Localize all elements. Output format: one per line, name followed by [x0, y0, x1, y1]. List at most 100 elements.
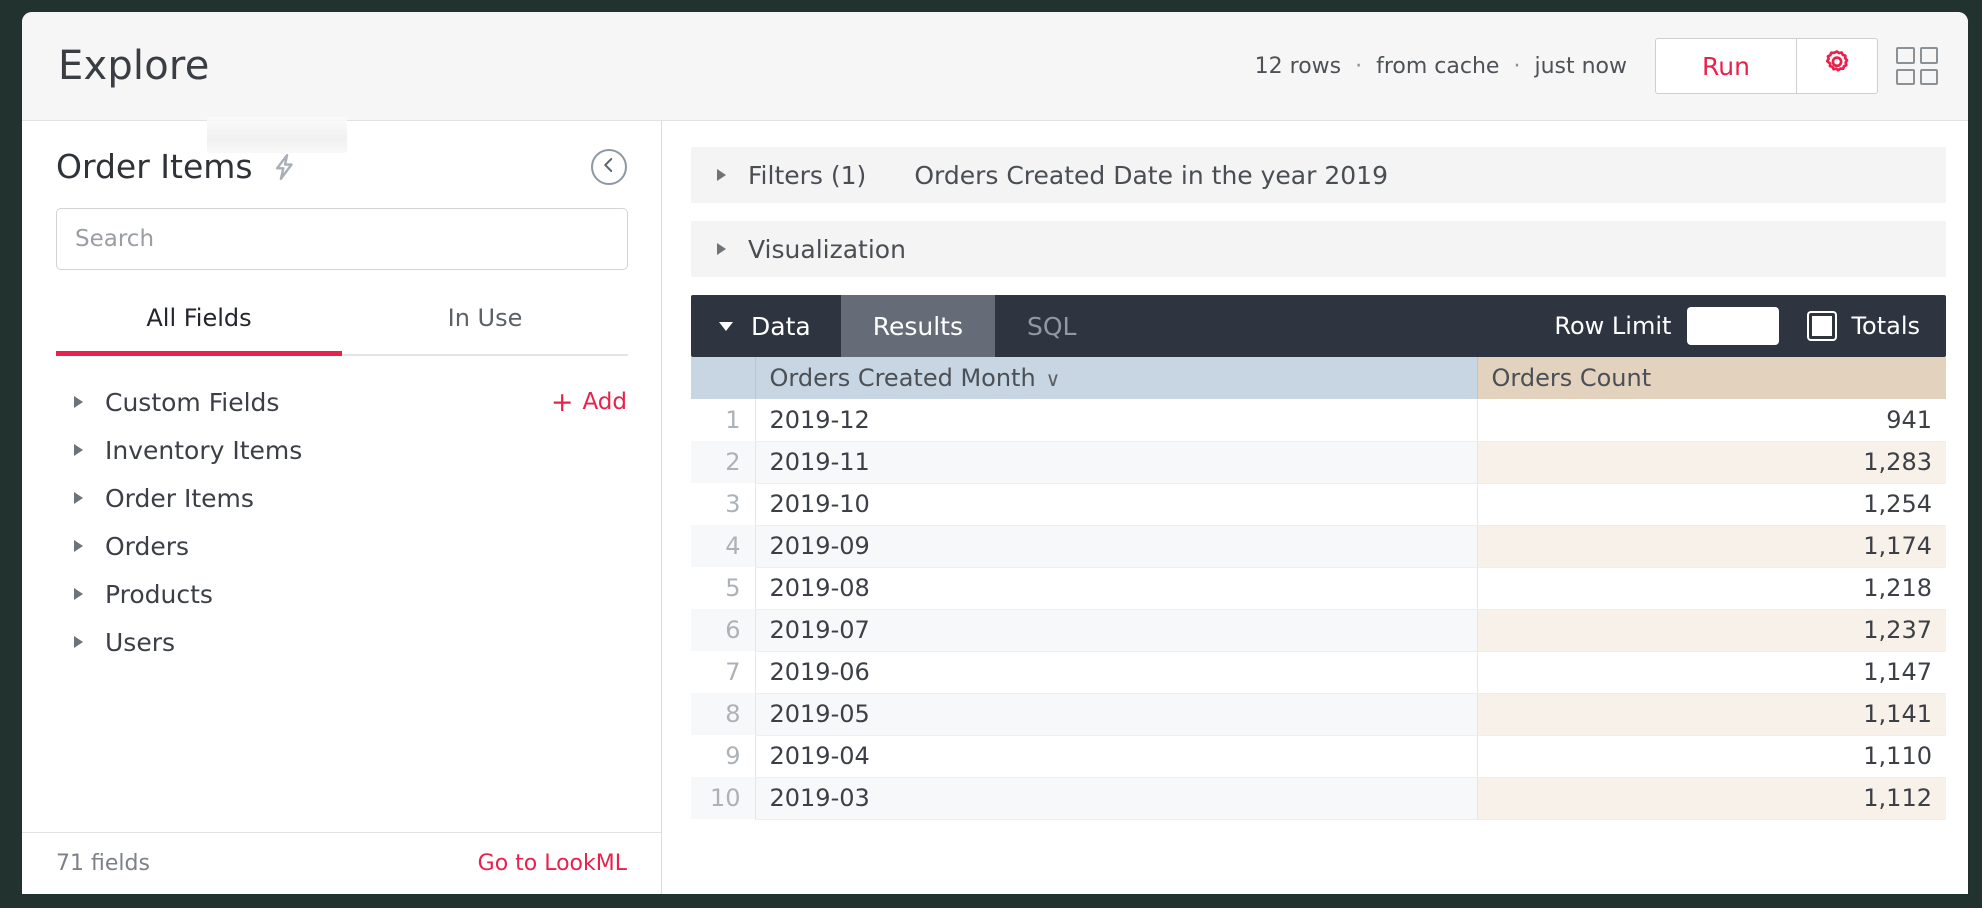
row-number: 1: [691, 399, 755, 441]
gear-icon: [1820, 47, 1854, 85]
filters-accordion[interactable]: Filters (1) Orders Created Date in the y…: [691, 147, 1946, 203]
cell-count[interactable]: 941: [1476, 399, 1946, 442]
sidebar-collapse-button[interactable]: [591, 148, 627, 185]
data-section-toggle[interactable]: Data: [691, 295, 841, 357]
caret-right-icon: [717, 243, 726, 255]
data-section-bar: Data Results SQL Row Limit Totals: [691, 295, 1946, 357]
cell-month[interactable]: 2019-10: [754, 483, 1477, 526]
cell-count[interactable]: 1,110: [1476, 735, 1946, 778]
table-row[interactable]: 9 2019-04 1,110: [691, 735, 1946, 778]
caret-right-icon: [74, 492, 83, 504]
field-picker-sidebar: Order Items All Fields In Use: [22, 117, 662, 894]
grid-cell: [1896, 68, 1915, 85]
cell-month[interactable]: 2019-11: [754, 441, 1477, 484]
explore-main-panel: Filters (1) Orders Created Date in the y…: [663, 121, 1968, 894]
tree-item-label: Products: [105, 579, 213, 609]
cell-count[interactable]: 1,237: [1476, 609, 1946, 652]
visualization-label: Visualization: [748, 234, 906, 264]
cell-count[interactable]: 1,141: [1476, 693, 1946, 736]
caret-right-icon: [74, 588, 83, 600]
row-limit-input[interactable]: [1687, 307, 1780, 345]
tab-all-fields[interactable]: All Fields: [56, 304, 342, 356]
tree-item-label: Orders: [105, 531, 190, 561]
column-header-label: Orders Count: [1491, 364, 1652, 392]
caret-right-icon: [74, 444, 83, 456]
status-separator-2: ·: [1513, 53, 1521, 79]
search-input[interactable]: [56, 208, 628, 270]
grid-cell: [1919, 68, 1938, 85]
grid-2x2-icon[interactable]: [1896, 47, 1938, 85]
cell-month[interactable]: 2019-06: [754, 651, 1477, 694]
cell-month[interactable]: 2019-03: [754, 777, 1477, 820]
settings-button[interactable]: [1796, 38, 1878, 94]
totals-checkbox[interactable]: [1809, 313, 1836, 339]
totals-label: Totals: [1851, 312, 1920, 340]
query-status: 12 rows · from cache · just now: [1255, 54, 1627, 79]
run-button-label: Run: [1702, 51, 1750, 81]
caret-right-icon: [74, 540, 83, 552]
table-row[interactable]: 2 2019-11 1,283: [691, 441, 1946, 484]
table-row[interactable]: 6 2019-07 1,237: [691, 609, 1946, 652]
cell-count[interactable]: 1,174: [1476, 525, 1946, 568]
row-limit-label: Row Limit: [1554, 312, 1672, 340]
results-table: Orders Created Month ∨ Orders Count 1 201…: [691, 357, 1946, 820]
tab-results[interactable]: Results: [840, 295, 995, 357]
go-to-lookml-link[interactable]: Go to LookML: [478, 851, 627, 876]
tree-item-order-items[interactable]: Order Items: [22, 474, 661, 522]
table-row[interactable]: 4 2019-09 1,174: [691, 525, 1946, 568]
row-number: 5: [691, 567, 755, 609]
sidebar-footer: 71 fields Go to LookML: [22, 832, 661, 894]
cell-month[interactable]: 2019-04: [754, 735, 1477, 778]
app-frame: Explore 12 rows · from cache · just now …: [0, 0, 1982, 908]
tab-sql[interactable]: SQL: [995, 295, 1108, 357]
cell-month[interactable]: 2019-09: [754, 525, 1477, 568]
drag-ghost-overlay: [207, 117, 347, 153]
tree-item-label: Custom Fields: [105, 387, 280, 417]
visualization-accordion[interactable]: Visualization: [691, 221, 1946, 277]
chevron-left-icon: [600, 156, 618, 178]
tree-item-label: Order Items: [105, 483, 254, 513]
tree-item-inventory-items[interactable]: Inventory Items: [22, 426, 661, 474]
add-custom-field-button[interactable]: + Add: [551, 387, 627, 418]
row-number-header: [691, 357, 755, 399]
cell-count[interactable]: 1,147: [1476, 651, 1946, 694]
field-tabs: All Fields In Use: [56, 304, 628, 356]
lightning-bolt-icon: [269, 150, 299, 184]
row-count: 12 rows: [1254, 53, 1342, 79]
data-bar-controls: Row Limit Totals: [1554, 295, 1946, 357]
column-header-dimension[interactable]: Orders Created Month ∨: [754, 357, 1477, 399]
row-number: 7: [691, 651, 755, 693]
tab-in-use[interactable]: In Use: [342, 304, 628, 354]
caret-right-icon: [74, 396, 83, 408]
chevron-down-icon[interactable]: ∨: [1046, 367, 1061, 391]
cell-month[interactable]: 2019-12: [754, 399, 1477, 442]
column-header-measure[interactable]: Orders Count: [1476, 357, 1946, 399]
table-row[interactable]: 10 2019-03 1,112: [691, 777, 1946, 820]
explore-window: Explore 12 rows · from cache · just now …: [22, 12, 1968, 894]
table-row[interactable]: 5 2019-08 1,218: [691, 567, 1946, 610]
tree-item-users[interactable]: Users: [22, 618, 661, 666]
cell-count[interactable]: 1,254: [1476, 483, 1946, 526]
table-row[interactable]: 3 2019-10 1,254: [691, 483, 1946, 526]
totals-toggle[interactable]: Totals: [1809, 312, 1920, 340]
cell-month[interactable]: 2019-05: [754, 693, 1477, 736]
tab-sql-label: SQL: [1026, 311, 1077, 341]
plus-icon: +: [550, 386, 574, 418]
tab-in-use-label: In Use: [447, 304, 523, 332]
cell-count[interactable]: 1,218: [1476, 567, 1946, 610]
table-row[interactable]: 8 2019-05 1,141: [691, 693, 1946, 736]
table-row[interactable]: 7 2019-06 1,147: [691, 651, 1946, 694]
field-tree: Custom Fields + Add Inventory Items Orde…: [22, 378, 661, 666]
cell-month[interactable]: 2019-08: [754, 567, 1477, 610]
tree-item-products[interactable]: Products: [22, 570, 661, 618]
tree-item-orders[interactable]: Orders: [22, 522, 661, 570]
cache-status: from cache: [1376, 53, 1500, 79]
cell-count[interactable]: 1,112: [1476, 777, 1946, 820]
table-row[interactable]: 1 2019-12 941: [691, 399, 1946, 442]
cell-count[interactable]: 1,283: [1476, 441, 1946, 484]
tree-item-custom-fields[interactable]: Custom Fields + Add: [22, 378, 661, 426]
cell-month[interactable]: 2019-07: [754, 609, 1477, 652]
top-header: Explore 12 rows · from cache · just now …: [22, 12, 1968, 121]
run-button[interactable]: Run: [1655, 38, 1797, 94]
row-number: 3: [691, 483, 755, 525]
